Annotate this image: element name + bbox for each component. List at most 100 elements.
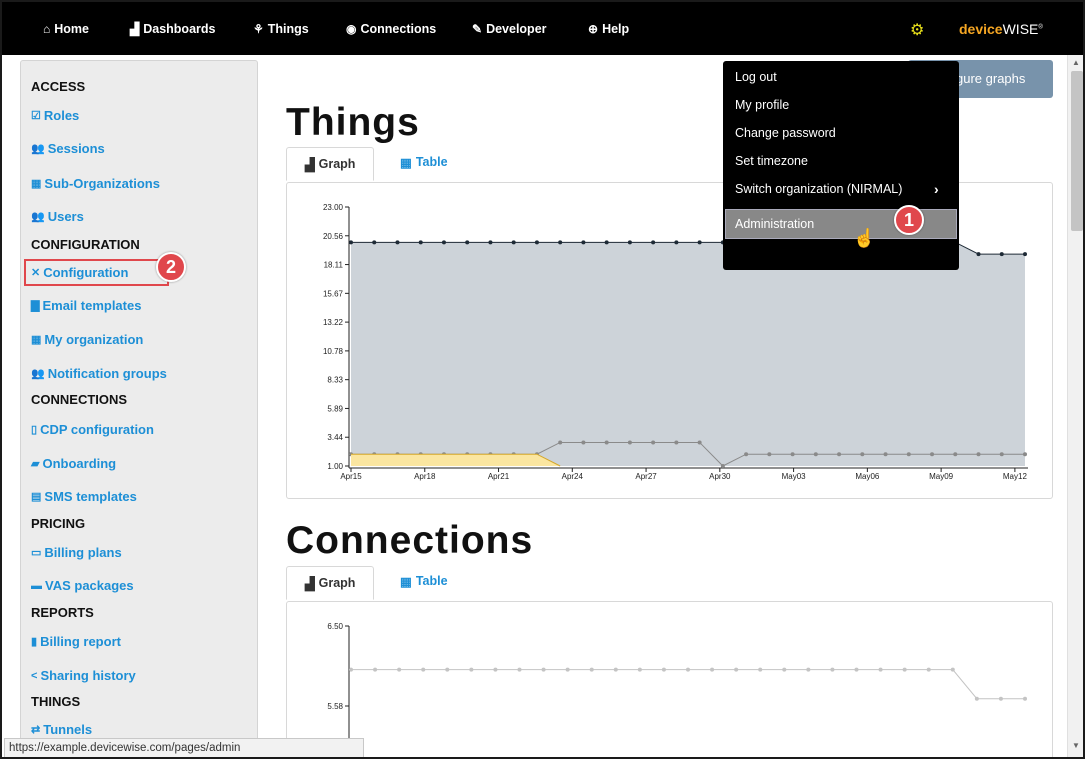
data-point [493, 667, 498, 672]
step-badge-2: 2 [156, 252, 186, 282]
menu-administration[interactable]: Administration [735, 217, 814, 231]
nav-connections[interactable]: ◉ Connections [346, 22, 436, 36]
sidebar-item-onboarding[interactable]: ▰ Onboarding [31, 456, 116, 471]
data-point [445, 667, 450, 672]
data-point [926, 667, 931, 672]
sidebar-item-roles[interactable]: ☑ Roles [31, 108, 79, 123]
sidebar-item-billing-plans[interactable]: ▭ Billing plans [31, 545, 122, 560]
data-point [651, 240, 656, 245]
things-title: Things [286, 101, 420, 144]
menu-log-out[interactable]: Log out [735, 70, 777, 84]
share-icon: < [31, 669, 38, 682]
folder-icon: ▰ [31, 458, 40, 470]
data-point [953, 452, 958, 457]
menu-switch-organization[interactable]: Switch organization (NIRMAL) [735, 182, 902, 196]
data-point [613, 667, 618, 672]
connections-tab-graph[interactable]: ▟ Graph [286, 566, 375, 600]
sidebar-item-sub-organizations[interactable]: ▦ Sub-Organizations [31, 176, 160, 191]
data-point [372, 240, 377, 245]
data-point [488, 240, 493, 245]
data-point [950, 667, 955, 672]
scroll-down-icon[interactable]: ▼ [1072, 741, 1080, 750]
data-point [651, 440, 656, 445]
card-icon: ▬ [31, 579, 42, 592]
nav-help[interactable]: ⊕ Help [588, 22, 629, 36]
home-icon: ⌂ [43, 22, 51, 36]
y-tick-label: 15.67 [323, 289, 344, 298]
things-tab-table[interactable]: ▦ Table [382, 145, 466, 179]
gear-icon[interactable]: ⚙ [910, 20, 924, 40]
top-navbar: ⌂ Home ▟ Dashboards ⚘ Things ◉ Connectio… [2, 2, 1083, 55]
data-point [744, 452, 749, 457]
data-point [541, 667, 546, 672]
data-point [930, 452, 935, 457]
data-point [421, 667, 426, 672]
connections-tab-table[interactable]: ▦ Table [382, 564, 466, 598]
connections-chart: 6.505.584.67 [327, 622, 1027, 757]
sidebar-item-billing-report[interactable]: ▮ Billing report [31, 634, 121, 649]
data-point [604, 440, 609, 445]
nav-things[interactable]: ⚘ Things [253, 22, 309, 36]
data-point [697, 240, 702, 245]
building-icon: ▦ [31, 178, 42, 190]
x-tick-label: May12 [1003, 472, 1028, 481]
sidebar-item-tunnels[interactable]: ⇄ Tunnels [31, 722, 92, 737]
data-point [878, 667, 883, 672]
y-tick-label: 5.58 [327, 702, 343, 711]
admin-sidebar: ACCESS ☑ Roles 👥 Sessions ▦ Sub-Organizatio… [20, 60, 258, 757]
sidebar-item-sessions[interactable]: 👥 Sessions [31, 141, 105, 156]
series-line [351, 669, 1025, 700]
section-reports: REPORTS [31, 605, 94, 620]
nav-dashboards[interactable]: ▟ Dashboards [130, 22, 215, 36]
scroll-up-icon[interactable]: ▲ [1072, 58, 1080, 67]
menu-my-profile[interactable]: My profile [735, 98, 789, 112]
x-tick-label: Apr18 [414, 472, 436, 481]
nav-connections-label: Connections [360, 22, 437, 36]
things-tab-graph[interactable]: ▟ Graph [286, 147, 375, 181]
menu-set-timezone[interactable]: Set timezone [735, 154, 808, 168]
series-area [351, 242, 1025, 466]
menu-change-password[interactable]: Change password [735, 126, 836, 140]
sidebar-item-email-templates[interactable]: ▇ Email templates [31, 298, 141, 313]
x-tick-label: Apr24 [562, 472, 584, 481]
data-point [860, 452, 865, 457]
data-point [758, 667, 763, 672]
checkbox-icon: ☑ [31, 110, 41, 122]
sidebar-item-my-organization[interactable]: ▦ My organization [31, 332, 143, 347]
data-point [558, 440, 563, 445]
data-point [349, 240, 353, 245]
wrench-icon: ✎ [472, 22, 483, 36]
section-configuration: CONFIGURATION [31, 237, 140, 252]
sidebar-item-configuration[interactable]: ✕ Configuration [31, 265, 128, 280]
nav-developer[interactable]: ✎ Developer [472, 22, 547, 36]
nav-home-label: Home [54, 22, 89, 36]
data-point [441, 240, 446, 245]
page-scrollbar[interactable]: ▲ ▼ [1067, 55, 1083, 757]
x-tick-label: May03 [782, 472, 807, 481]
data-point [976, 452, 981, 457]
scroll-thumb[interactable] [1071, 71, 1083, 231]
section-things: THINGS [31, 694, 81, 709]
x-tick-label: Apr27 [635, 472, 657, 481]
table-icon: ▦ [400, 574, 412, 589]
data-point [720, 464, 725, 468]
section-access: ACCESS [31, 79, 86, 94]
sidebar-item-sharing-history[interactable]: < Sharing history [31, 668, 136, 683]
y-tick-label: 6.50 [327, 622, 343, 631]
sidebar-item-users[interactable]: 👥 Users [31, 209, 84, 224]
users-icon: 👥 [31, 368, 45, 380]
exchange-icon: ⇄ [31, 724, 41, 736]
sidebar-item-cdp-configuration[interactable]: ▯ CDP configuration [31, 422, 154, 437]
sidebar-item-notification-groups[interactable]: 👥 Notification groups [31, 366, 167, 381]
bar-chart-icon: ▟ [305, 576, 315, 591]
nav-home[interactable]: ⌂ Home [43, 22, 89, 36]
nav-dashboards-label: Dashboards [143, 22, 216, 36]
table-icon: ▦ [400, 155, 412, 170]
data-point [637, 667, 642, 672]
building-icon: ▦ [31, 334, 42, 346]
sidebar-item-vas-packages[interactable]: ▬ VAS packages [31, 578, 134, 593]
data-point [813, 452, 818, 457]
data-point [511, 240, 516, 245]
data-point [790, 452, 795, 457]
sidebar-item-sms-templates[interactable]: ▤ SMS templates [31, 489, 137, 504]
